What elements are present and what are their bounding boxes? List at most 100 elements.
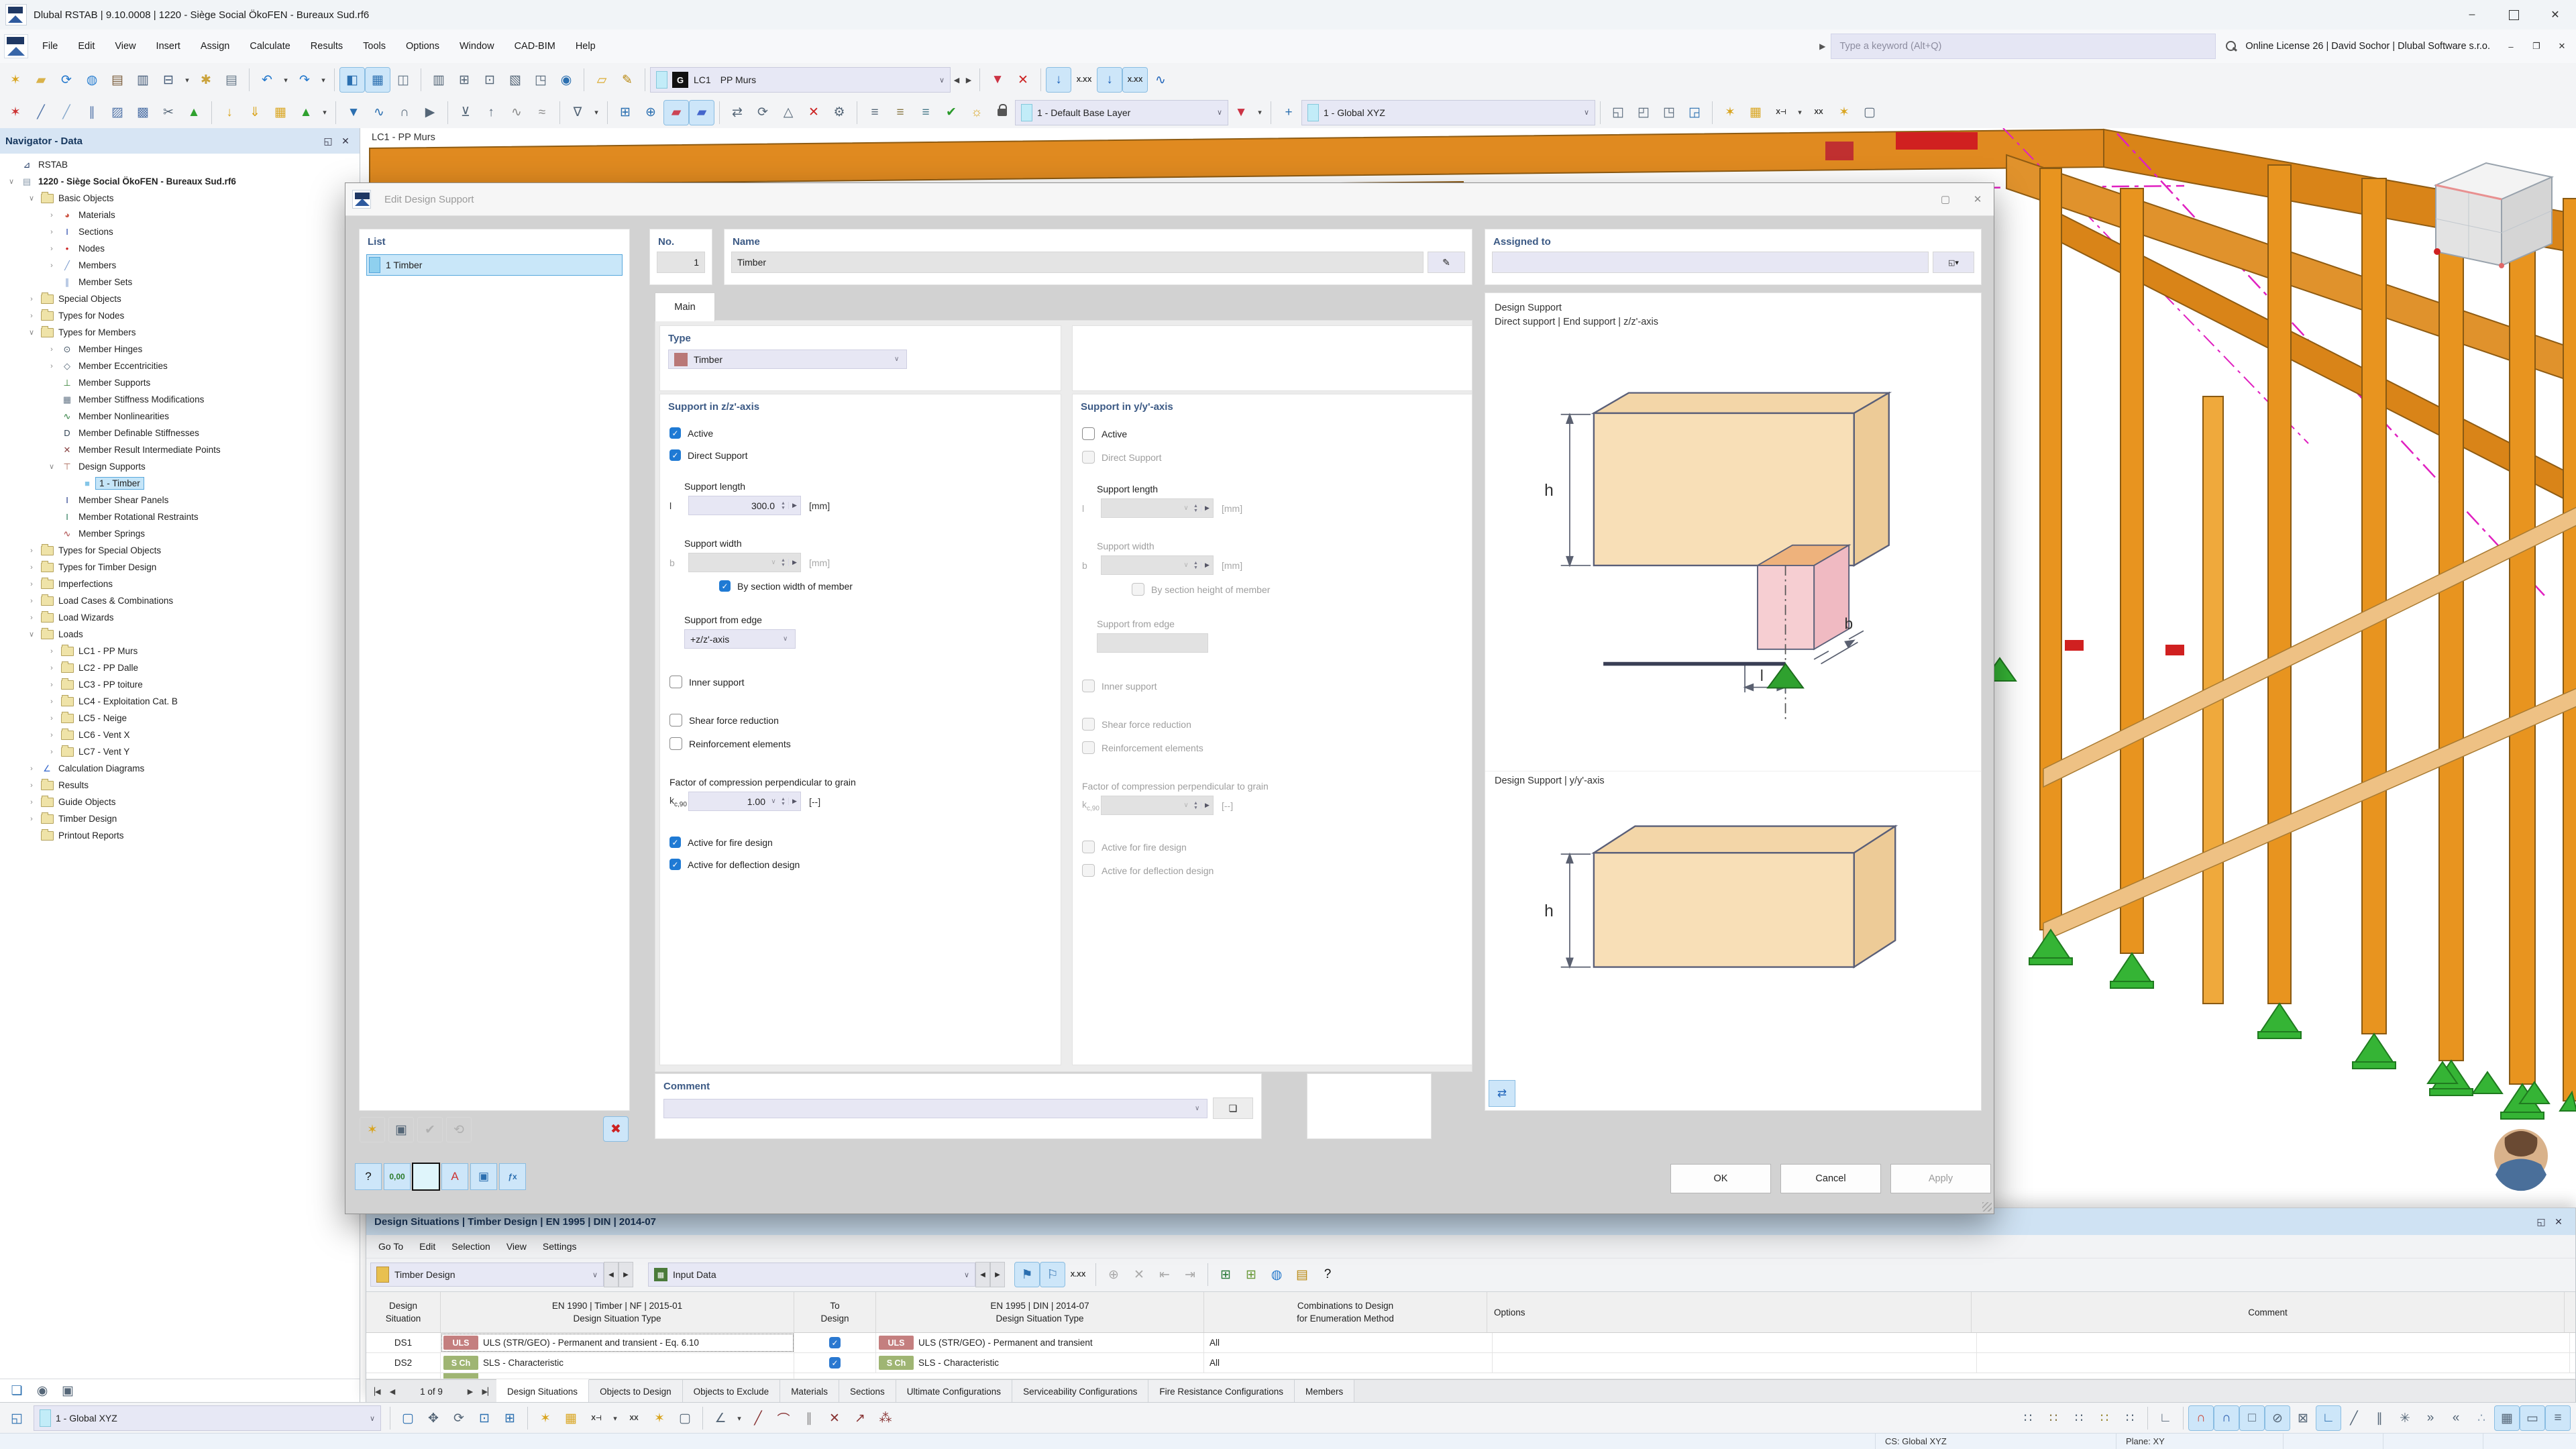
menu-help[interactable]: Help	[566, 41, 606, 52]
tree-item[interactable]: ∨▤1220 - Siège Social ÖkoFEN - Bureaux S…	[0, 173, 360, 190]
result-diagrams-icon[interactable]: ∿	[1148, 68, 1173, 92]
new-symbol-icon[interactable]: ✶	[1832, 101, 1856, 125]
visibility-mode-icon[interactable]: ∇	[566, 101, 590, 125]
tree-item[interactable]: ›Types for Timber Design	[0, 559, 360, 576]
tree-item[interactable]: ›LC5 - Neige	[0, 710, 360, 727]
reset-selection-icon[interactable]: ⟲	[446, 1117, 472, 1142]
fire-design-z-checkbox[interactable]: ✓	[669, 837, 681, 848]
base-layer-combo[interactable]: 1 - Default Base Layer ∨	[1015, 100, 1228, 125]
move-object-icon[interactable]: ✥	[421, 1406, 445, 1430]
swap-view-icon[interactable]: ⇄	[1489, 1081, 1515, 1106]
type-combo[interactable]: Timber ∨	[668, 350, 907, 369]
table-input-icon[interactable]: ▥	[427, 68, 451, 92]
jump-first-icon[interactable]: ⚑	[1015, 1263, 1039, 1287]
copy-comment-button[interactable]: ❏	[1213, 1097, 1253, 1119]
snap-line-icon[interactable]: ╱	[2342, 1406, 2366, 1430]
table-group-combo[interactable]: ▦ Input Data ∨	[648, 1263, 975, 1287]
visibility-groups-icon[interactable]: ▦	[1743, 101, 1768, 125]
new-nodal-load-icon[interactable]: ↓	[217, 101, 241, 125]
tree-item[interactable]: ›LC7 - Vent Y	[0, 743, 360, 760]
show-results-icon[interactable]: ↓	[1097, 68, 1122, 92]
menu-options[interactable]: Options	[396, 41, 449, 52]
expand-icon[interactable]: ›	[24, 614, 39, 622]
multi-select-icon[interactable]: ⊞	[498, 1406, 522, 1430]
inner-support-z-checkbox[interactable]	[669, 676, 682, 688]
show-load-values-icon[interactable]: X.XX	[1072, 68, 1096, 92]
addon-prev-button[interactable]: ◀	[604, 1262, 619, 1287]
tree-item[interactable]: ›ISections	[0, 223, 360, 240]
visibility-eye-icon[interactable]: ◉	[30, 1379, 54, 1403]
excel-export-icon[interactable]: ⊞	[1214, 1263, 1238, 1287]
layer-filter-menu-icon[interactable]: ▾	[1254, 101, 1265, 125]
fire-design-y-checkbox[interactable]	[1082, 841, 1095, 853]
search-expand-icon[interactable]: ▶	[1819, 42, 1825, 51]
layers-status-icon[interactable]: ≡	[2546, 1406, 2570, 1430]
restore-button[interactable]	[2493, 1, 2534, 30]
minimize-button[interactable]: –	[2451, 1, 2493, 30]
dialog-title-bar[interactable]: Edit Design Support ▢✕	[345, 183, 1994, 216]
tree-item[interactable]: ∨Types for Members	[0, 324, 360, 341]
view-isometric-icon[interactable]: ◱	[1606, 101, 1630, 125]
snap-arrow-icon[interactable]: »	[2418, 1406, 2443, 1430]
work-point-icon[interactable]: ⊕	[639, 101, 663, 125]
tree-item[interactable]: ✕Member Result Intermediate Points	[0, 441, 360, 458]
table-row-ds1[interactable]: DS1ULSULS (STR/GEO) - Permanent and tran…	[366, 1333, 2575, 1353]
tab-objects-to-exclude[interactable]: Objects to Exclude	[683, 1380, 781, 1403]
show-loads-icon[interactable]: ↓	[1046, 68, 1071, 92]
lc-next-icon[interactable]: ▶	[963, 68, 974, 92]
spinner-icon[interactable]: ▲▼	[778, 497, 788, 514]
cross-line-icon[interactable]: ✕	[822, 1406, 847, 1430]
tree-item[interactable]: IMember Shear Panels	[0, 492, 360, 508]
table-help-icon[interactable]: ?	[1316, 1263, 1340, 1287]
dimension-menu-icon[interactable]: ▾	[1794, 101, 1805, 125]
edit-table-icon[interactable]: ▦	[559, 1406, 583, 1430]
collapse-icon[interactable]: ∨	[24, 194, 39, 203]
line-icon[interactable]: ╱	[746, 1406, 770, 1430]
tree-item[interactable]: ›Types for Special Objects	[0, 542, 360, 559]
panel-menu-go-to[interactable]: Go To	[370, 1235, 411, 1258]
redo-menu-icon[interactable]: ▾	[318, 68, 329, 92]
reinforcement-y-checkbox[interactable]	[1082, 741, 1095, 754]
column-header-c6[interactable]: Options	[1487, 1292, 1972, 1332]
tree-item[interactable]: ›Guide Objects	[0, 794, 360, 810]
load-wizard-menu-icon[interactable]: ▾	[319, 101, 330, 125]
column-header-c7[interactable]: Comment	[1972, 1292, 2565, 1332]
layer-ok-icon[interactable]: ✔	[939, 101, 963, 125]
column-right-icon[interactable]: ⇥	[1178, 1263, 1202, 1287]
copy-row-icon[interactable]: ⊕	[1102, 1263, 1126, 1287]
expand-icon[interactable]: ›	[24, 765, 39, 773]
lc-prev-icon[interactable]: ◀	[951, 68, 962, 92]
tree-item[interactable]: ⊿RSTAB	[0, 156, 360, 173]
new-imposed-load-icon[interactable]: ▦	[268, 101, 292, 125]
multi-node-icon[interactable]: ⁂	[873, 1406, 898, 1430]
expand-icon[interactable]: ›	[44, 681, 59, 689]
settings-icon[interactable]: ⚙	[827, 101, 851, 125]
snap-off-icon[interactable]: ⊘	[2265, 1406, 2290, 1430]
snap-parallel-icon[interactable]: ∥	[2367, 1406, 2392, 1430]
new-member-load-icon[interactable]: ⇓	[243, 101, 267, 125]
tree-item[interactable]: ›LC2 - PP Dalle	[0, 659, 360, 676]
panel-menu-view[interactable]: View	[498, 1235, 535, 1258]
deflection-design-y-checkbox[interactable]	[1082, 864, 1095, 877]
jump-flag-icon[interactable]: ⚐	[1040, 1263, 1065, 1287]
grid-clip-icon[interactable]: ▭	[2520, 1406, 2544, 1430]
new-member-set-icon[interactable]: ∥	[80, 101, 104, 125]
panel-pin-icon[interactable]: ◱	[2532, 1213, 2550, 1230]
new-node-icon[interactable]: ✶	[3, 101, 28, 125]
display-properties-icon[interactable]: A	[442, 1164, 468, 1189]
support-from-edge-z-combo[interactable]: +z/z'-axis∨	[684, 629, 796, 649]
printout-report-icon[interactable]: ▤	[219, 68, 244, 92]
new-dimension-slope-icon[interactable]: XX	[1807, 101, 1831, 125]
tree-item[interactable]: ›•Nodes	[0, 240, 360, 257]
expand-icon[interactable]: ›	[24, 798, 39, 806]
grid-show-icon[interactable]: ▦	[2495, 1406, 2519, 1430]
recent-models-icon[interactable]: ⟳	[54, 68, 78, 92]
collapse-icon[interactable]: ∨	[4, 177, 19, 186]
coordinate-system-combo[interactable]: 1 - Global XYZ ∨	[1301, 100, 1595, 125]
symbol-person-icon[interactable]: ✶	[647, 1406, 672, 1430]
dialog-close-icon[interactable]: ✕	[1962, 184, 1994, 215]
to-design-checkbox[interactable]: ✓	[829, 1337, 841, 1348]
dialog-maximize-icon[interactable]: ▢	[1929, 184, 1962, 215]
page-next-button[interactable]: ▶	[462, 1380, 479, 1403]
grid-new-icon[interactable]: ∷	[2041, 1406, 2065, 1430]
